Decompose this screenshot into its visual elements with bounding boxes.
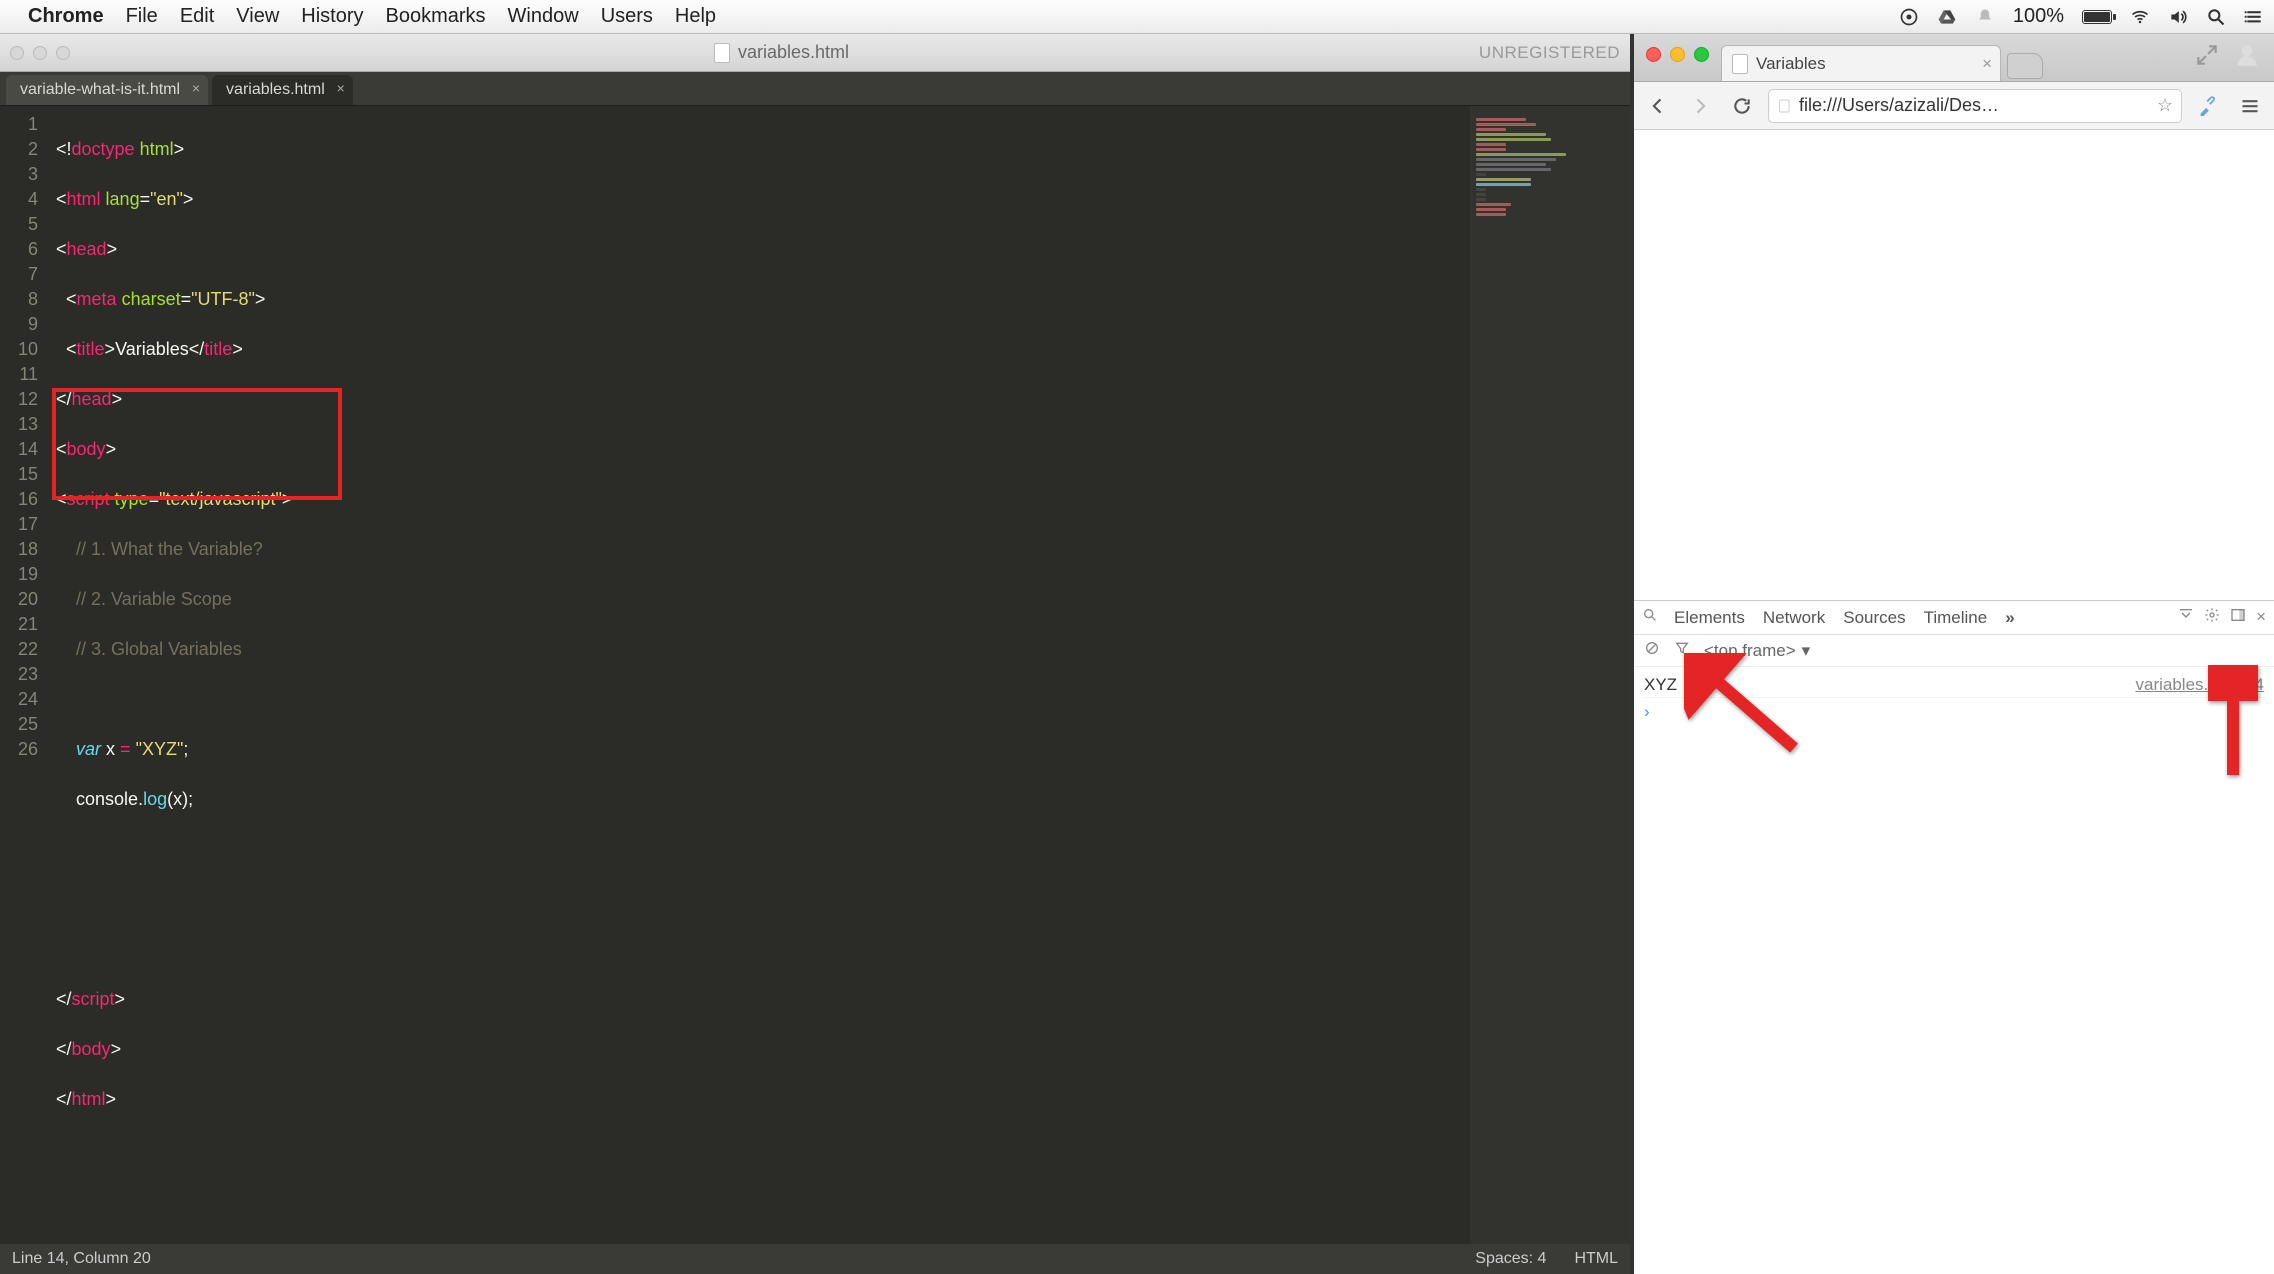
devtools-tab-elements[interactable]: Elements [1672,608,1747,628]
devtools-tabbar: Elements Network Sources Timeline » × [1634,601,2274,635]
sublime-tab-inactive[interactable]: variable-what-is-it.html × [6,75,208,105]
url-text: file:///Users/azizali/Des… [1799,95,1999,116]
sublime-window: variables.html UNREGISTERED variable-wha… [0,34,1634,1274]
sublime-titlebar[interactable]: variables.html UNREGISTERED [0,34,1630,72]
status-cursor-position: Line 14, Column 20 [12,1250,151,1268]
console-filterbar: <top frame> ▾ [1634,635,2274,667]
chrome-tab[interactable]: Variables × [1721,45,2001,81]
menu-view[interactable]: View [236,5,279,28]
tab-label: variables.html [226,81,325,99]
frame-selector[interactable]: <top frame> ▾ [1704,641,1810,661]
extension-eyedropper-icon[interactable] [2192,90,2224,122]
frame-selector-label: <top frame> [1704,641,1796,661]
google-drive-icon[interactable] [1937,7,1957,27]
window-close-icon[interactable] [10,46,24,60]
line-number-gutter: 1234567891011121314151617181920212223242… [0,106,48,1244]
notifications-icon[interactable] [1975,7,1995,27]
screencast-icon[interactable] [1899,7,1919,27]
battery-percent: 100% [2013,5,2064,28]
profile-avatar-icon[interactable] [2234,42,2260,68]
menu-history[interactable]: History [301,5,363,28]
new-tab-button[interactable] [2007,53,2043,79]
close-icon[interactable]: × [1982,54,1992,74]
status-syntax[interactable]: HTML [1574,1250,1618,1268]
devtools-panel: Elements Network Sources Timeline » × [1634,600,2274,1274]
sublime-tab-active[interactable]: variables.html × [212,75,353,105]
devtools-tab-timeline[interactable]: Timeline [1922,608,1990,628]
menubar-app-name[interactable]: Chrome [28,5,104,28]
settings-gear-icon[interactable] [2204,607,2220,628]
sublime-title-filename: variables.html [738,42,849,63]
chevron-down-icon: ▾ [1802,641,1811,661]
chrome-tab-title: Variables [1756,54,1826,74]
filter-icon[interactable] [1674,640,1690,661]
page-icon [1732,54,1748,74]
editor-area[interactable]: 1234567891011121314151617181920212223242… [0,106,1630,1244]
dock-side-icon[interactable] [2230,607,2246,628]
document-icon [714,43,730,63]
window-minimize-icon[interactable] [1670,47,1685,62]
chrome-menu-icon[interactable] [2234,90,2266,122]
tab-label: variable-what-is-it.html [20,81,180,99]
notification-center-icon[interactable] [2244,7,2264,27]
back-button[interactable] [1642,90,1674,122]
menu-window[interactable]: Window [508,5,579,28]
battery-icon [2082,10,2112,24]
chrome-viewport: Elements Network Sources Timeline » × [1634,130,2274,1274]
window-zoom-icon[interactable] [56,46,70,60]
fullscreen-icon[interactable] [2194,42,2220,68]
reload-button[interactable] [1726,90,1758,122]
wifi-icon[interactable] [2130,7,2150,27]
clear-console-icon[interactable] [1644,640,1660,661]
window-close-icon[interactable] [1646,47,1661,62]
bookmark-star-icon[interactable]: ☆ [2157,95,2173,116]
toggle-drawer-icon[interactable] [2178,607,2194,628]
devtools-search-icon[interactable] [1642,607,1658,628]
unregistered-label: UNREGISTERED [1479,43,1620,63]
chrome-window: Variables × [1634,34,2274,1274]
mac-menubar: Chrome File Edit View History Bookmarks … [0,0,2274,34]
menu-file[interactable]: File [126,5,158,28]
menu-bookmarks[interactable]: Bookmarks [386,5,486,28]
devtools-tab-sources[interactable]: Sources [1841,608,1907,628]
console-log-message: XYZ [1644,675,1677,695]
code-content[interactable]: <!doctype html> <html lang="en"> <head> … [48,106,1470,1244]
devtools-close-icon[interactable]: × [2256,607,2266,628]
menu-users[interactable]: Users [601,5,653,28]
console-log-row: XYZ variables.html:14 [1644,673,2264,698]
menu-edit[interactable]: Edit [180,5,214,28]
chrome-toolbar: file:///Users/azizali/Des… ☆ [1634,82,2274,130]
close-icon[interactable]: × [337,81,345,95]
devtools-tab-network[interactable]: Network [1761,608,1827,628]
menu-help[interactable]: Help [675,5,716,28]
minimap[interactable] [1470,106,1630,1244]
forward-button[interactable] [1684,90,1716,122]
window-minimize-icon[interactable] [33,46,47,60]
status-indent[interactable]: Spaces: 4 [1475,1250,1546,1268]
sublime-tabs: variable-what-is-it.html × variables.htm… [0,72,1630,106]
close-icon[interactable]: × [192,81,200,95]
spotlight-icon[interactable] [2206,7,2226,27]
console-output-area[interactable]: XYZ variables.html:14 › [1634,667,2274,1274]
sublime-statusbar: Line 14, Column 20 Spaces: 4 HTML [0,1244,1630,1274]
address-bar[interactable]: file:///Users/azizali/Des… ☆ [1768,89,2182,123]
console-prompt-icon[interactable]: › [1644,698,2264,722]
volume-icon[interactable] [2168,7,2188,27]
console-log-source-link[interactable]: variables.html:14 [2135,675,2264,695]
chrome-tabstrip: Variables × [1634,34,2274,82]
window-zoom-icon[interactable] [1694,47,1709,62]
devtools-tab-overflow-icon[interactable]: » [2003,608,2016,628]
